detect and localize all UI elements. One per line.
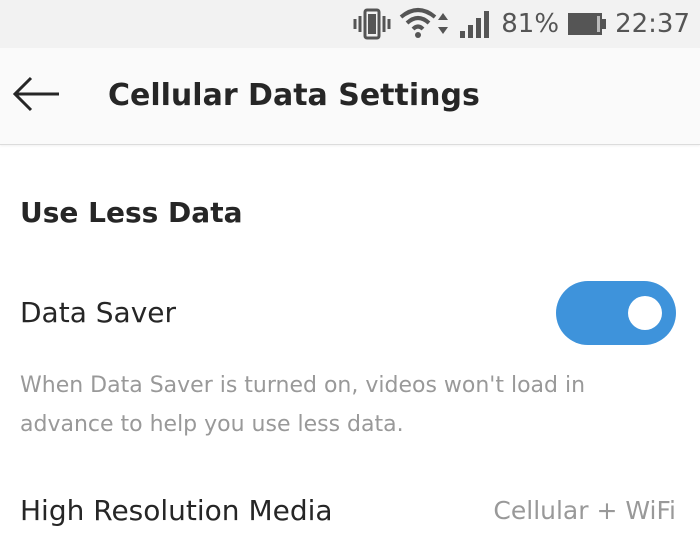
signal-icon — [459, 9, 493, 39]
toggle-knob — [628, 296, 662, 330]
arrow-left-icon — [11, 76, 61, 117]
battery-percent: 81% — [501, 9, 560, 39]
wifi-icon — [399, 7, 451, 41]
high-resolution-media-value: Cellular + WiFi — [493, 496, 676, 525]
back-button[interactable] — [8, 72, 64, 120]
high-resolution-media-row[interactable]: High Resolution Media Cellular + WiFi — [0, 480, 700, 542]
clock: 22:37 — [615, 9, 690, 39]
battery-icon — [567, 11, 607, 37]
vibrate-icon — [353, 8, 391, 40]
data-saver-toggle[interactable] — [556, 281, 676, 345]
status-icons: 81% 22:37 — [353, 0, 690, 48]
section-title: Use Less Data — [20, 196, 243, 229]
data-saver-label: Data Saver — [20, 296, 176, 329]
data-saver-description: When Data Saver is turned on, videos won… — [20, 373, 586, 437]
app-header: Cellular Data Settings — [0, 48, 700, 145]
status-bar: 81% 22:37 — [0, 0, 700, 48]
data-saver-row: Data Saver — [0, 270, 700, 356]
high-resolution-media-label: High Resolution Media — [20, 494, 333, 527]
page-title: Cellular Data Settings — [108, 78, 480, 113]
